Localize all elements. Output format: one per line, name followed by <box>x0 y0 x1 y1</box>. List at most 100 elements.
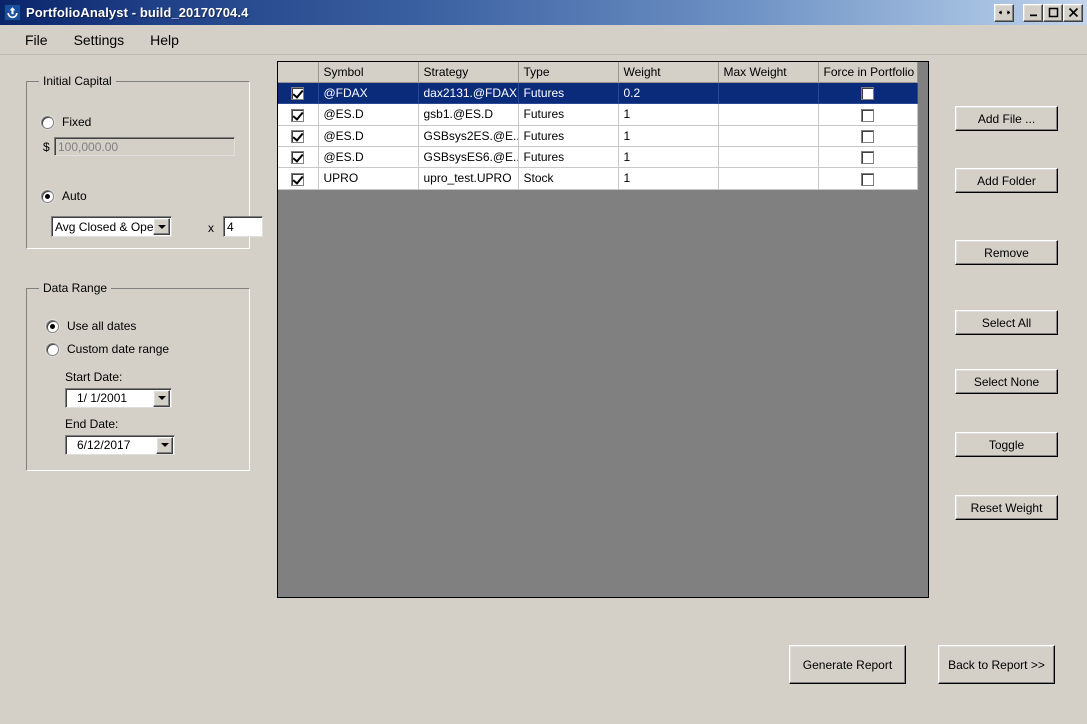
end-date-picker[interactable]: 6/12/2017 <box>65 435 175 455</box>
cell-symbol[interactable]: @ES.D <box>318 125 419 147</box>
fixed-amount-field[interactable]: 100,000.00 <box>54 137 235 156</box>
cell-force-in-portfolio[interactable] <box>818 146 918 169</box>
cell-type[interactable]: Futures <box>518 82 619 105</box>
checkbox-icon <box>291 108 305 122</box>
radio-fixed-indicator <box>41 115 54 129</box>
radio-use-all-dates-indicator <box>46 319 59 333</box>
cell-symbol[interactable]: @ES.D <box>318 146 419 169</box>
data-range-group: Data Range Use all dates Custom date ran… <box>26 281 250 471</box>
radio-custom-date-range-label: Custom date range <box>67 342 170 356</box>
back-to-report-button[interactable]: Back to Report >> <box>938 645 1055 684</box>
chevron-down-icon[interactable] <box>153 218 170 235</box>
cell-max-weight[interactable] <box>718 82 819 105</box>
checkbox-icon <box>291 129 305 143</box>
checkbox-icon <box>291 151 305 165</box>
table-row[interactable]: @ES.D GSBsysES6.@E... Futures 1 <box>278 146 918 169</box>
radio-auto[interactable]: Auto <box>41 189 87 203</box>
radio-fixed[interactable]: Fixed <box>41 115 91 129</box>
checkbox-icon <box>291 87 305 101</box>
cell-max-weight[interactable] <box>718 167 819 190</box>
cell-max-weight[interactable] <box>718 125 819 147</box>
row-enabled-checkbox[interactable] <box>278 82 319 105</box>
table-header-row: Symbol Strategy Type Weight Max Weight F… <box>278 62 918 83</box>
row-enabled-checkbox[interactable] <box>278 103 319 126</box>
column-header-select[interactable] <box>278 62 319 83</box>
radio-custom-date-range-indicator <box>46 342 59 356</box>
radio-custom-date-range[interactable]: Custom date range <box>46 342 169 356</box>
cell-type[interactable]: Futures <box>518 103 619 126</box>
cell-strategy[interactable]: gsb1.@ES.D <box>418 103 519 126</box>
portfolio-file-table[interactable]: Symbol Strategy Type Weight Max Weight F… <box>277 61 929 598</box>
cell-symbol[interactable]: @FDAX <box>318 82 419 105</box>
cell-weight[interactable]: 1 <box>618 103 719 126</box>
column-header-force-in-portfolio[interactable]: Force in Portfolio <box>818 62 918 83</box>
add-folder-button[interactable]: Add Folder <box>955 168 1058 193</box>
table-row[interactable]: @ES.D GSBsys2ES.@E... Futures 1 <box>278 125 918 147</box>
cell-weight[interactable]: 1 <box>618 167 719 190</box>
table-body: @FDAX dax2131.@FDAX Futures 0.2 @ES.D gsb1.@E… <box>278 82 918 190</box>
column-header-symbol[interactable]: Symbol <box>318 62 419 83</box>
cell-weight[interactable]: 0.2 <box>618 82 719 105</box>
close-button[interactable] <box>1063 3 1083 22</box>
generate-report-button[interactable]: Generate Report <box>789 645 906 684</box>
cell-strategy[interactable]: dax2131.@FDAX <box>418 82 519 105</box>
table-row[interactable]: @FDAX dax2131.@FDAX Futures 0.2 <box>278 82 918 105</box>
window-title: PortfolioAnalyst - build_20170704.4 <box>26 5 249 20</box>
cell-type[interactable]: Futures <box>518 125 619 147</box>
auto-method-value: Avg Closed & Open <box>55 219 153 234</box>
cell-strategy[interactable]: upro_test.UPRO <box>418 167 519 190</box>
cell-strategy[interactable]: GSBsysES6.@E... <box>418 146 519 169</box>
chevron-down-icon[interactable] <box>156 436 173 454</box>
auto-method-combobox[interactable]: Avg Closed & Open <box>51 216 172 237</box>
row-enabled-checkbox[interactable] <box>278 146 319 169</box>
cell-weight[interactable]: 1 <box>618 146 719 169</box>
cell-force-in-portfolio[interactable] <box>818 103 918 126</box>
toggle-button[interactable]: Toggle <box>955 432 1058 457</box>
minimize-button[interactable] <box>1023 3 1043 22</box>
cell-type[interactable]: Futures <box>518 146 619 169</box>
table-row[interactable]: UPRO upro_test.UPRO Stock 1 <box>278 167 918 190</box>
cell-symbol[interactable]: @ES.D <box>318 103 419 126</box>
checkbox-icon <box>861 172 874 186</box>
table-row[interactable]: @ES.D gsb1.@ES.D Futures 1 <box>278 103 918 126</box>
title-bar: PortfolioAnalyst - build_20170704.4 <box>0 0 1087 25</box>
multiplier-value: 4 <box>227 219 234 234</box>
cell-weight[interactable]: 1 <box>618 125 719 147</box>
checkbox-icon <box>861 87 874 101</box>
window-controls <box>994 3 1087 22</box>
cell-force-in-portfolio[interactable] <box>818 82 918 105</box>
multiplier-field[interactable]: 4 <box>223 216 263 237</box>
cell-max-weight[interactable] <box>718 146 819 169</box>
cell-force-in-portfolio[interactable] <box>818 125 918 147</box>
radio-use-all-dates[interactable]: Use all dates <box>46 319 136 333</box>
column-header-strategy[interactable]: Strategy <box>418 62 519 83</box>
column-header-max-weight[interactable]: Max Weight <box>718 62 819 83</box>
radio-auto-label: Auto <box>62 189 87 203</box>
menu-item-file[interactable]: File <box>12 29 61 51</box>
remove-button[interactable]: Remove <box>955 240 1058 265</box>
restore-size-button[interactable] <box>994 3 1014 22</box>
column-header-type[interactable]: Type <box>518 62 619 83</box>
cell-max-weight[interactable] <box>718 103 819 126</box>
menu-item-settings[interactable]: Settings <box>61 29 138 51</box>
start-date-value: 1/ 1/2001 <box>77 391 128 405</box>
row-enabled-checkbox[interactable] <box>278 167 319 190</box>
cell-force-in-portfolio[interactable] <box>818 167 918 190</box>
cell-type[interactable]: Stock <box>518 167 619 190</box>
initial-capital-group-title: Initial Capital <box>39 74 116 88</box>
start-date-picker[interactable]: 1/ 1/2001 <box>65 388 172 408</box>
reset-weight-button[interactable]: Reset Weight <box>955 495 1058 520</box>
menu-item-help[interactable]: Help <box>137 29 192 51</box>
column-header-weight[interactable]: Weight <box>618 62 719 83</box>
cell-strategy[interactable]: GSBsys2ES.@E... <box>418 125 519 147</box>
select-all-button[interactable]: Select All <box>955 310 1058 335</box>
data-range-group-title: Data Range <box>39 281 112 295</box>
row-enabled-checkbox[interactable] <box>278 125 319 147</box>
end-date-value: 6/12/2017 <box>77 438 131 452</box>
checkbox-icon <box>861 151 874 165</box>
chevron-down-icon[interactable] <box>153 389 170 407</box>
cell-symbol[interactable]: UPRO <box>318 167 419 190</box>
maximize-button[interactable] <box>1043 3 1063 22</box>
select-none-button[interactable]: Select None <box>955 369 1058 394</box>
add-file-button[interactable]: Add File ... <box>955 106 1058 131</box>
